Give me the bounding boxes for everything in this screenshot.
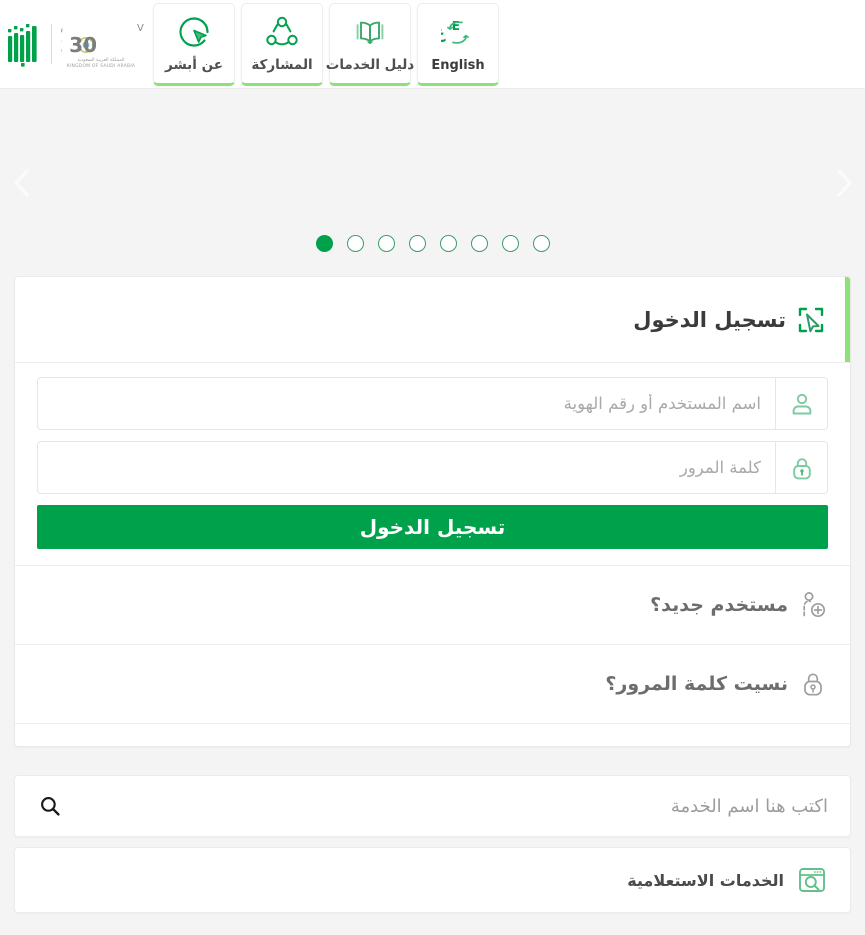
carousel-dot-active[interactable] xyxy=(315,235,333,252)
forgot-password-link-row[interactable]: نسيت كلمة المرور؟ xyxy=(15,645,850,724)
carousel-prev-arrow[interactable] xyxy=(0,162,42,204)
header-accent-bar xyxy=(845,277,850,362)
carousel-dot[interactable] xyxy=(377,235,395,252)
nav-tile-label: English xyxy=(431,57,485,73)
header-nav-tiles: عن أبشر المشاركة دليل الخدمات E English xyxy=(153,2,499,86)
services-card: الخدمات الاستعلامية xyxy=(14,847,851,913)
search-input[interactable] xyxy=(67,795,828,817)
brand-group: VISION رؤية 2 xyxy=(0,0,153,88)
svg-text:المملكة العربية السعودية: المملكة العربية السعودية xyxy=(77,57,124,63)
svg-text:VISION: VISION xyxy=(137,23,145,34)
nav-tile-language-english[interactable]: ع E English xyxy=(417,2,499,86)
search-icon xyxy=(41,797,60,816)
login-card: تسجيل الدخول اسم المستخدم أو رقم الهوية … xyxy=(14,276,851,747)
vision-2030-logo: VISION رؤية 2 xyxy=(61,18,145,70)
carousel-next-arrow[interactable] xyxy=(823,162,865,204)
carousel-dot[interactable] xyxy=(532,235,550,252)
nav-tile-label: المشاركة xyxy=(251,57,313,73)
cursor-select-icon xyxy=(796,305,826,335)
lock-icon xyxy=(776,441,828,494)
brand-divider xyxy=(51,24,52,64)
service-search-card xyxy=(14,775,851,837)
page-content: تسجيل الدخول اسم المستخدم أو رقم الهوية … xyxy=(0,276,865,913)
chevron-right-icon xyxy=(837,168,852,197)
new-user-label: مستخدم جديد؟ xyxy=(650,594,788,616)
hero-carousel xyxy=(0,88,865,276)
share-icon xyxy=(265,13,299,51)
nav-tile-label: عن أبشر xyxy=(165,57,223,73)
absher-logo[interactable] xyxy=(6,20,42,68)
new-user-link-row[interactable]: مستخدم جديد؟ xyxy=(15,566,850,645)
username-input[interactable] xyxy=(37,377,776,430)
service-row-inquiry[interactable]: الخدمات الاستعلامية xyxy=(15,848,828,912)
carousel-dot[interactable] xyxy=(470,235,488,252)
nav-tile-label: دليل الخدمات xyxy=(325,57,415,73)
language-toggle-icon: ع E xyxy=(441,14,475,52)
service-label: الخدمات الاستعلامية xyxy=(627,870,784,890)
nav-tile-share[interactable]: المشاركة xyxy=(241,2,323,86)
nav-tile-services-guide[interactable]: دليل الخدمات xyxy=(325,2,415,86)
services-guide-book-icon xyxy=(353,13,387,51)
username-field-group xyxy=(37,377,828,430)
nav-tile-about-absher[interactable]: عن أبشر xyxy=(153,2,235,86)
login-card-footer-strip xyxy=(15,724,850,746)
login-submit-button[interactable]: تسجيل الدخول xyxy=(37,505,828,549)
svg-text:30: 30 xyxy=(69,33,97,57)
chevron-left-icon xyxy=(14,168,29,197)
carousel-dot[interactable] xyxy=(439,235,457,252)
password-input[interactable] xyxy=(37,441,776,494)
carousel-dot[interactable] xyxy=(501,235,519,252)
svg-text:ع: ع xyxy=(441,23,446,43)
lock-key-icon xyxy=(798,669,828,699)
password-field-group xyxy=(37,441,828,494)
svg-text:2: 2 xyxy=(61,33,63,57)
carousel-dots xyxy=(0,235,865,252)
user-icon xyxy=(776,377,828,430)
search-button[interactable] xyxy=(33,789,67,823)
add-user-icon xyxy=(798,590,828,620)
carousel-dot[interactable] xyxy=(408,235,426,252)
forgot-password-label: نسيت كلمة المرور؟ xyxy=(605,673,788,695)
svg-text:KINGDOM OF SAUDI ARABIA: KINGDOM OF SAUDI ARABIA xyxy=(67,63,136,69)
about-absher-icon xyxy=(177,13,211,51)
login-title: تسجيل الدخول xyxy=(633,307,786,332)
login-form: تسجيل الدخول xyxy=(15,363,850,566)
top-header-bar: VISION رؤية 2 xyxy=(0,0,865,88)
carousel-dot[interactable] xyxy=(346,235,364,252)
svg-text:E: E xyxy=(452,19,460,33)
inquiry-services-icon xyxy=(796,864,828,896)
login-card-header: تسجيل الدخول xyxy=(15,277,850,363)
